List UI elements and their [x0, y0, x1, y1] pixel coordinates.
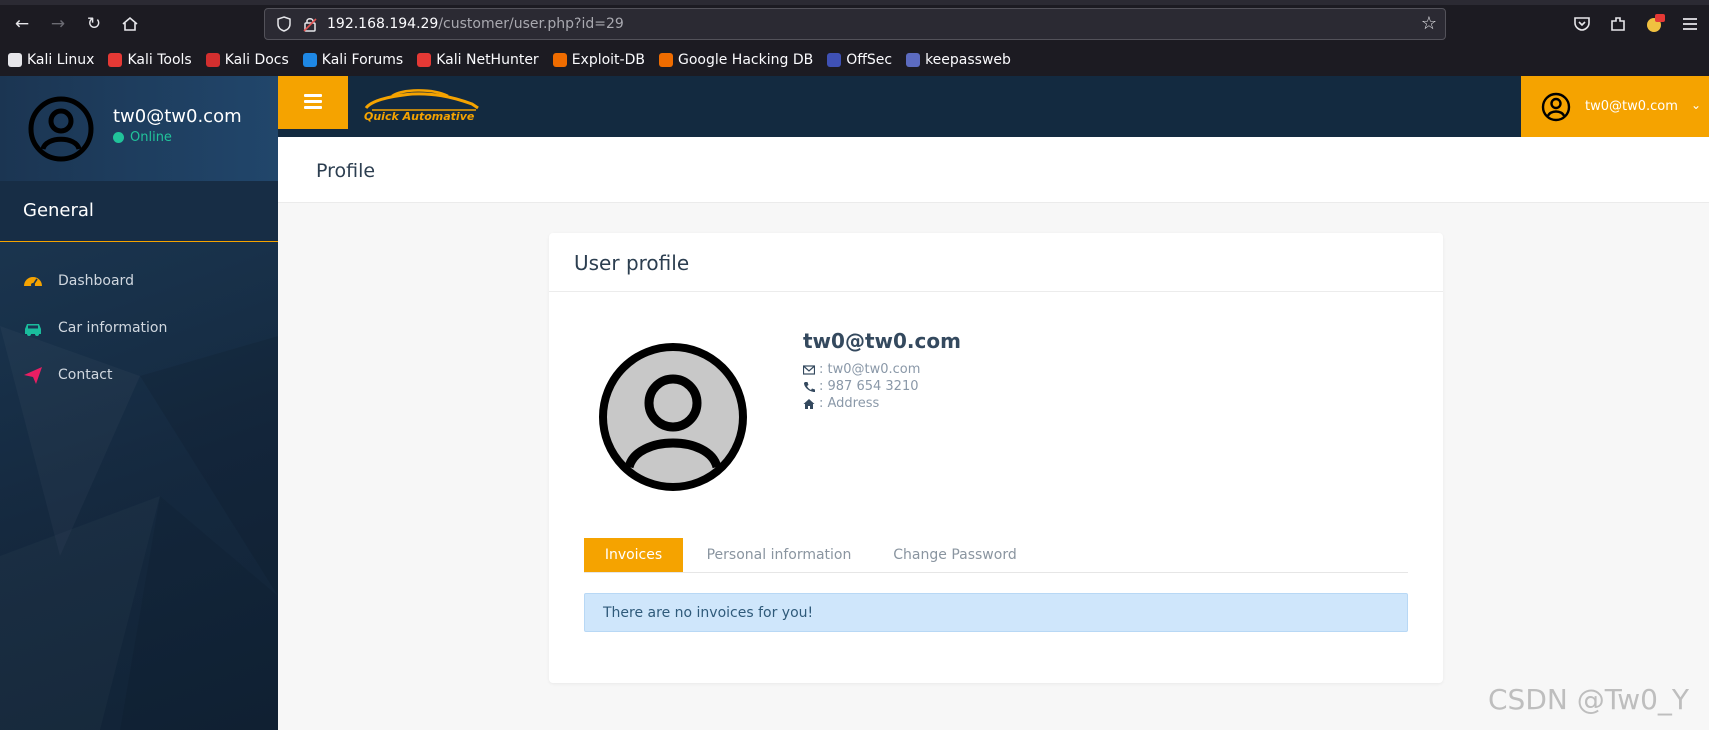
home-icon[interactable]	[118, 12, 142, 36]
online-status: Online	[113, 130, 172, 145]
sidebar-item-dashboard[interactable]: Dashboard	[0, 261, 278, 301]
tab-personal-information[interactable]: Personal information	[690, 538, 868, 572]
nethunter-icon	[417, 53, 432, 67]
header-user-name: tw0@tw0.com	[1585, 99, 1678, 114]
profile-name: tw0@tw0.com	[803, 329, 961, 353]
sidebar-item-contact[interactable]: Contact	[0, 355, 278, 395]
sidebar-item-label: Dashboard	[58, 273, 134, 289]
bookmark-kali-nethunter[interactable]: Kali NetHunter	[417, 52, 539, 68]
page-title-bar: Profile	[278, 137, 1709, 203]
bookmark-label: Kali Forums	[321, 52, 404, 68]
bookmark-offsec[interactable]: OffSec	[827, 52, 892, 68]
envelope-icon	[803, 364, 815, 375]
address-bar[interactable]: 192.168.194.29/customer/user.php?id=29 ☆	[264, 8, 1446, 40]
no-invoices-alert: There are no invoices for you!	[584, 593, 1408, 632]
card-title: User profile	[574, 251, 690, 275]
bookmark-keepassweb[interactable]: keepassweb	[906, 52, 1011, 68]
profile-phone: : 987 654 3210	[803, 379, 919, 394]
car-icon	[25, 324, 41, 336]
shield-icon[interactable]	[275, 15, 293, 33]
offsec-icon	[827, 53, 842, 67]
dashboard-icon	[24, 277, 42, 287]
app-header: Quick Automative tw0@tw0.com ⌄	[278, 76, 1709, 137]
profile-picture-icon	[599, 343, 747, 491]
pocket-icon[interactable]	[1570, 12, 1594, 36]
profile-extension-icon[interactable]	[1642, 12, 1666, 36]
bookmark-label: Kali Docs	[224, 52, 289, 68]
user-profile-card: User profile tw0@tw0.com : tw0@tw0.com :…	[549, 233, 1443, 683]
profile-phone-text: : 987 654 3210	[819, 379, 919, 394]
card-header: User profile	[549, 233, 1443, 292]
sidebar-item-label: Car information	[58, 320, 168, 336]
exploit-db-icon	[552, 53, 567, 67]
bookmark-kali-tools[interactable]: Kali Tools	[108, 52, 192, 68]
bookmark-label: keepassweb	[925, 52, 1011, 68]
online-dot-icon	[113, 132, 124, 143]
profile-email-text: : tw0@tw0.com	[819, 362, 921, 377]
sidebar-item-car-information[interactable]: Car information	[0, 308, 278, 348]
profile-address: : Address	[803, 396, 879, 411]
section-title: General	[23, 200, 94, 221]
browser-toolbar: ← → ↻ 192.168.194.29/customer/user.php?i…	[0, 0, 1709, 76]
back-icon[interactable]: ←	[10, 12, 34, 36]
tab-strip	[0, 0, 1709, 5]
kali-dragon-icon	[8, 53, 22, 67]
kali-tools-icon	[108, 53, 123, 67]
ghdb-icon	[658, 53, 673, 67]
csdn-watermark: CSDN @Tw0_Y	[1488, 683, 1690, 716]
user-avatar-icon[interactable]	[28, 96, 94, 162]
bookmark-google-hacking-db[interactable]: Google Hacking DB	[658, 52, 814, 68]
home-icon	[803, 398, 815, 409]
phone-icon	[804, 381, 815, 392]
sidebar-section-general: General	[0, 181, 278, 242]
chevron-down-icon: ⌄	[1691, 98, 1702, 112]
url-text[interactable]: 192.168.194.29/customer/user.php?id=29	[327, 16, 624, 32]
url-path: /customer/user.php?id=29	[438, 16, 624, 32]
alert-text: There are no invoices for you!	[603, 605, 814, 621]
sidebar-user-name: tw0@tw0.com	[113, 106, 242, 127]
hamburger-menu-icon[interactable]	[1678, 12, 1702, 36]
reload-icon[interactable]: ↻	[82, 12, 106, 36]
bookmark-label: Kali Linux	[27, 52, 95, 68]
insecure-lock-icon[interactable]	[301, 15, 319, 33]
logo-text: Quick Automative	[364, 110, 475, 123]
user-avatar-icon	[1541, 92, 1571, 122]
forward-icon[interactable]: →	[46, 12, 70, 36]
kali-forums-icon	[302, 53, 317, 67]
bookmark-label: Google Hacking DB	[677, 52, 814, 68]
bookmarks-bar: Kali Linux Kali Tools Kali Docs Kali For…	[8, 47, 1011, 73]
profile-email: : tw0@tw0.com	[803, 362, 920, 377]
profile-tabs: Invoices Personal information Change Pas…	[584, 538, 1408, 573]
url-host: 192.168.194.29	[327, 16, 439, 32]
kali-docs-icon	[205, 53, 220, 67]
profile-address-text: : Address	[819, 396, 880, 411]
bookmark-exploit-db[interactable]: Exploit-DB	[552, 52, 645, 68]
tab-invoices[interactable]: Invoices	[584, 538, 683, 572]
page-title: Profile	[316, 160, 376, 182]
bookmark-star-icon[interactable]: ☆	[1421, 14, 1437, 34]
bookmark-kali-docs[interactable]: Kali Docs	[205, 52, 289, 68]
menu-toggle-button[interactable]	[278, 76, 348, 129]
bookmark-label: Kali NetHunter	[436, 52, 539, 68]
bookmark-label: Exploit-DB	[571, 52, 645, 68]
bookmark-kali-linux[interactable]: Kali Linux	[8, 52, 94, 68]
keepassweb-icon	[906, 53, 921, 67]
status-text: Online	[130, 130, 172, 145]
bookmark-label: OffSec	[846, 52, 893, 68]
extensions-icon[interactable]	[1606, 12, 1630, 36]
sidebar-item-label: Contact	[58, 367, 113, 383]
tab-change-password[interactable]: Change Password	[874, 538, 1036, 572]
bookmark-label: Kali Tools	[127, 52, 192, 68]
user-menu-dropdown[interactable]: tw0@tw0.com ⌄	[1521, 76, 1709, 137]
hamburger-icon	[304, 94, 322, 110]
sidebar: tw0@tw0.com Online General Dashboard Car…	[0, 76, 278, 730]
sidebar-user-panel: tw0@tw0.com Online	[0, 76, 278, 181]
paper-plane-icon	[24, 367, 42, 384]
bookmark-kali-forums[interactable]: Kali Forums	[302, 52, 404, 68]
